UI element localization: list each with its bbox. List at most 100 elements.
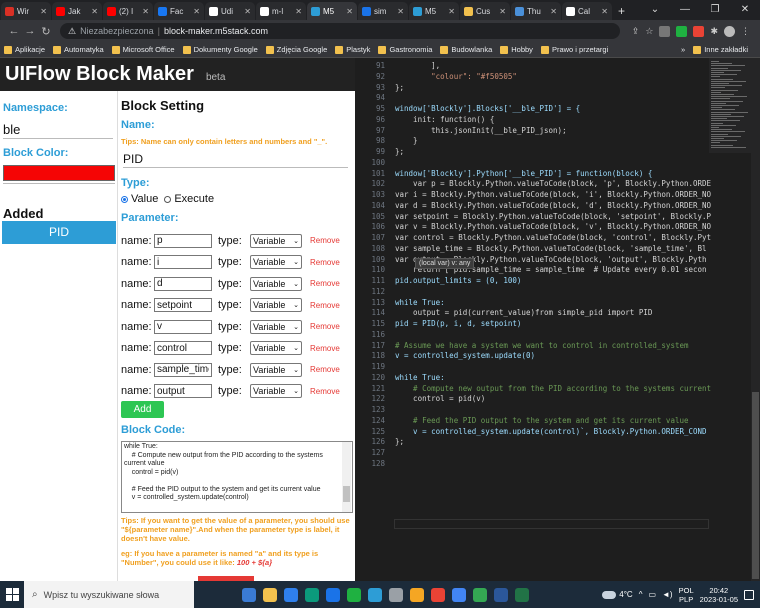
extension-icon[interactable] bbox=[659, 25, 671, 37]
maximize-button[interactable]: ❐ bbox=[700, 0, 730, 20]
param-type-select[interactable]: Variable ⌄ bbox=[250, 362, 302, 377]
taskbar-app-icon[interactable] bbox=[326, 587, 340, 602]
browser-tab[interactable]: Fac ✕ bbox=[154, 2, 204, 20]
taskbar-app-icon[interactable] bbox=[431, 587, 445, 602]
language-indicator[interactable]: POL PLP bbox=[679, 586, 694, 604]
type-value-label[interactable]: Value bbox=[131, 193, 158, 205]
remove-parameter-button[interactable]: Remove bbox=[310, 258, 340, 267]
taskbar-app-icon[interactable] bbox=[410, 587, 424, 602]
browser-tab[interactable]: Cus ✕ bbox=[460, 2, 510, 20]
weather-widget[interactable]: 4°C bbox=[602, 590, 633, 599]
tab-close-icon[interactable]: ✕ bbox=[244, 7, 251, 16]
tab-close-icon[interactable]: ✕ bbox=[346, 7, 353, 16]
remove-parameter-button[interactable]: Remove bbox=[310, 322, 340, 331]
profile-avatar[interactable] bbox=[724, 25, 735, 37]
browser-tab[interactable]: sim ✕ bbox=[358, 2, 408, 20]
taskbar-app-icon[interactable] bbox=[242, 587, 256, 602]
tab-close-icon[interactable]: ✕ bbox=[295, 7, 302, 16]
taskbar-app-icon[interactable] bbox=[494, 587, 508, 602]
taskbar-app-icon[interactable] bbox=[515, 587, 529, 602]
taskbar-app-icon[interactable] bbox=[347, 587, 361, 602]
remove-parameter-button[interactable]: Remove bbox=[310, 279, 340, 288]
forward-arrow-icon[interactable]: → bbox=[22, 25, 38, 37]
bookmark-item[interactable]: Plastyk bbox=[335, 45, 370, 54]
browser-tab[interactable]: M5 ✕ bbox=[307, 2, 357, 20]
minimize-button[interactable]: — bbox=[670, 0, 700, 20]
bookmark-item[interactable]: Budowlanka bbox=[440, 45, 492, 54]
bookmark-item[interactable]: Dokumenty Google bbox=[182, 45, 258, 54]
bookmarks-more-icon[interactable]: » bbox=[681, 45, 685, 54]
remove-parameter-button[interactable]: Remove bbox=[310, 365, 340, 374]
bookmark-item[interactable]: Automatyka bbox=[53, 45, 104, 54]
tab-close-icon[interactable]: ✕ bbox=[601, 7, 608, 16]
remove-parameter-button[interactable]: Remove bbox=[310, 236, 340, 245]
type-execute-radio[interactable] bbox=[164, 195, 172, 203]
namespace-input[interactable] bbox=[3, 121, 113, 139]
tab-close-icon[interactable]: ✕ bbox=[142, 7, 149, 16]
editor-minimap[interactable] bbox=[709, 58, 751, 153]
browser-tab[interactable]: Wir ✕ bbox=[1, 2, 51, 20]
type-value-radio[interactable] bbox=[121, 195, 128, 203]
param-name-input[interactable] bbox=[154, 341, 212, 356]
close-window-button[interactable]: ✕ bbox=[730, 0, 760, 20]
added-block-item[interactable]: PID bbox=[2, 221, 116, 244]
type-execute-label[interactable]: Execute bbox=[174, 193, 214, 205]
add-parameter-button[interactable]: Add bbox=[121, 401, 164, 418]
taskbar-app-icon[interactable] bbox=[473, 587, 487, 602]
param-name-input[interactable] bbox=[154, 384, 212, 399]
tab-close-icon[interactable]: ✕ bbox=[193, 7, 200, 16]
block-color-picker[interactable] bbox=[3, 165, 115, 181]
param-name-input[interactable] bbox=[154, 233, 212, 248]
param-name-input[interactable] bbox=[154, 255, 212, 270]
other-bookmarks[interactable]: Inne zakładki bbox=[693, 45, 748, 54]
taskbar-app-icon[interactable] bbox=[368, 587, 382, 602]
param-name-input[interactable] bbox=[154, 298, 212, 313]
star-icon[interactable]: ☆ bbox=[645, 26, 653, 37]
param-type-select[interactable]: Variable ⌄ bbox=[250, 341, 302, 356]
taskbar-app-icon[interactable] bbox=[452, 587, 466, 602]
remove-parameter-button[interactable]: Remove bbox=[310, 301, 340, 310]
puzzle-icon[interactable]: ✱ bbox=[710, 26, 718, 37]
menu-dots-icon[interactable]: ⋮ bbox=[741, 26, 750, 37]
notification-icon[interactable] bbox=[744, 589, 754, 600]
param-type-select[interactable]: Variable ⌄ bbox=[250, 319, 302, 334]
tab-close-icon[interactable]: ✕ bbox=[40, 7, 47, 16]
block-code-textarea[interactable]: while True: # Compute new output from th… bbox=[121, 441, 353, 513]
tab-close-icon[interactable]: ✕ bbox=[91, 7, 98, 16]
network-icon[interactable]: ▭ bbox=[648, 590, 656, 599]
new-tab-button[interactable]: + bbox=[618, 2, 625, 20]
code-editor[interactable]: 91 ], 92 "colour": "#f50505" 93}; 94 95 windo… bbox=[355, 58, 760, 581]
block-name-input[interactable] bbox=[123, 151, 348, 168]
editor-scrollbar-thumb[interactable] bbox=[752, 392, 759, 579]
param-name-input[interactable] bbox=[154, 319, 212, 334]
browser-tab[interactable]: m-l ✕ bbox=[256, 2, 306, 20]
browser-tab[interactable]: Cal ✕ bbox=[562, 2, 612, 20]
clock[interactable]: 20:42 2023-01-05 bbox=[700, 586, 738, 604]
scrollbar-thumb[interactable] bbox=[343, 486, 350, 502]
tab-search-icon[interactable]: ⌄ bbox=[640, 0, 670, 20]
share-icon[interactable]: ⇪ bbox=[632, 26, 640, 37]
bookmark-item[interactable]: Gastronomia bbox=[378, 45, 432, 54]
remove-parameter-button[interactable]: Remove bbox=[310, 387, 340, 396]
tab-close-icon[interactable]: ✕ bbox=[448, 7, 455, 16]
volume-icon[interactable]: ◄) bbox=[662, 590, 673, 599]
taskbar-app-icon[interactable] bbox=[305, 587, 319, 602]
param-name-input[interactable] bbox=[154, 362, 212, 377]
browser-tab[interactable]: M5 ✕ bbox=[409, 2, 459, 20]
browser-tab[interactable]: (2) I ✕ bbox=[103, 2, 153, 20]
taskbar-search[interactable]: ⌕ Wpisz tu wyszukiwane słowa bbox=[24, 581, 194, 608]
param-type-select[interactable]: Variable ⌄ bbox=[250, 233, 302, 248]
tab-close-icon[interactable]: ✕ bbox=[397, 7, 404, 16]
editor-scrollbar[interactable] bbox=[751, 58, 760, 581]
extension-icon[interactable] bbox=[693, 25, 705, 37]
bookmark-item[interactable]: Zdjęcia Google bbox=[265, 45, 327, 54]
browser-tab[interactable]: Udi ✕ bbox=[205, 2, 255, 20]
bookmark-item[interactable]: Microsoft Office bbox=[111, 45, 175, 54]
param-type-select[interactable]: Variable ⌄ bbox=[250, 298, 302, 313]
back-arrow-icon[interactable]: ← bbox=[6, 25, 22, 37]
extension-icon[interactable] bbox=[676, 25, 688, 37]
taskbar-app-icon[interactable] bbox=[284, 587, 298, 602]
param-name-input[interactable] bbox=[154, 276, 212, 291]
remove-parameter-button[interactable]: Remove bbox=[310, 344, 340, 353]
bookmark-item[interactable]: Prawo i przetargi bbox=[540, 45, 608, 54]
